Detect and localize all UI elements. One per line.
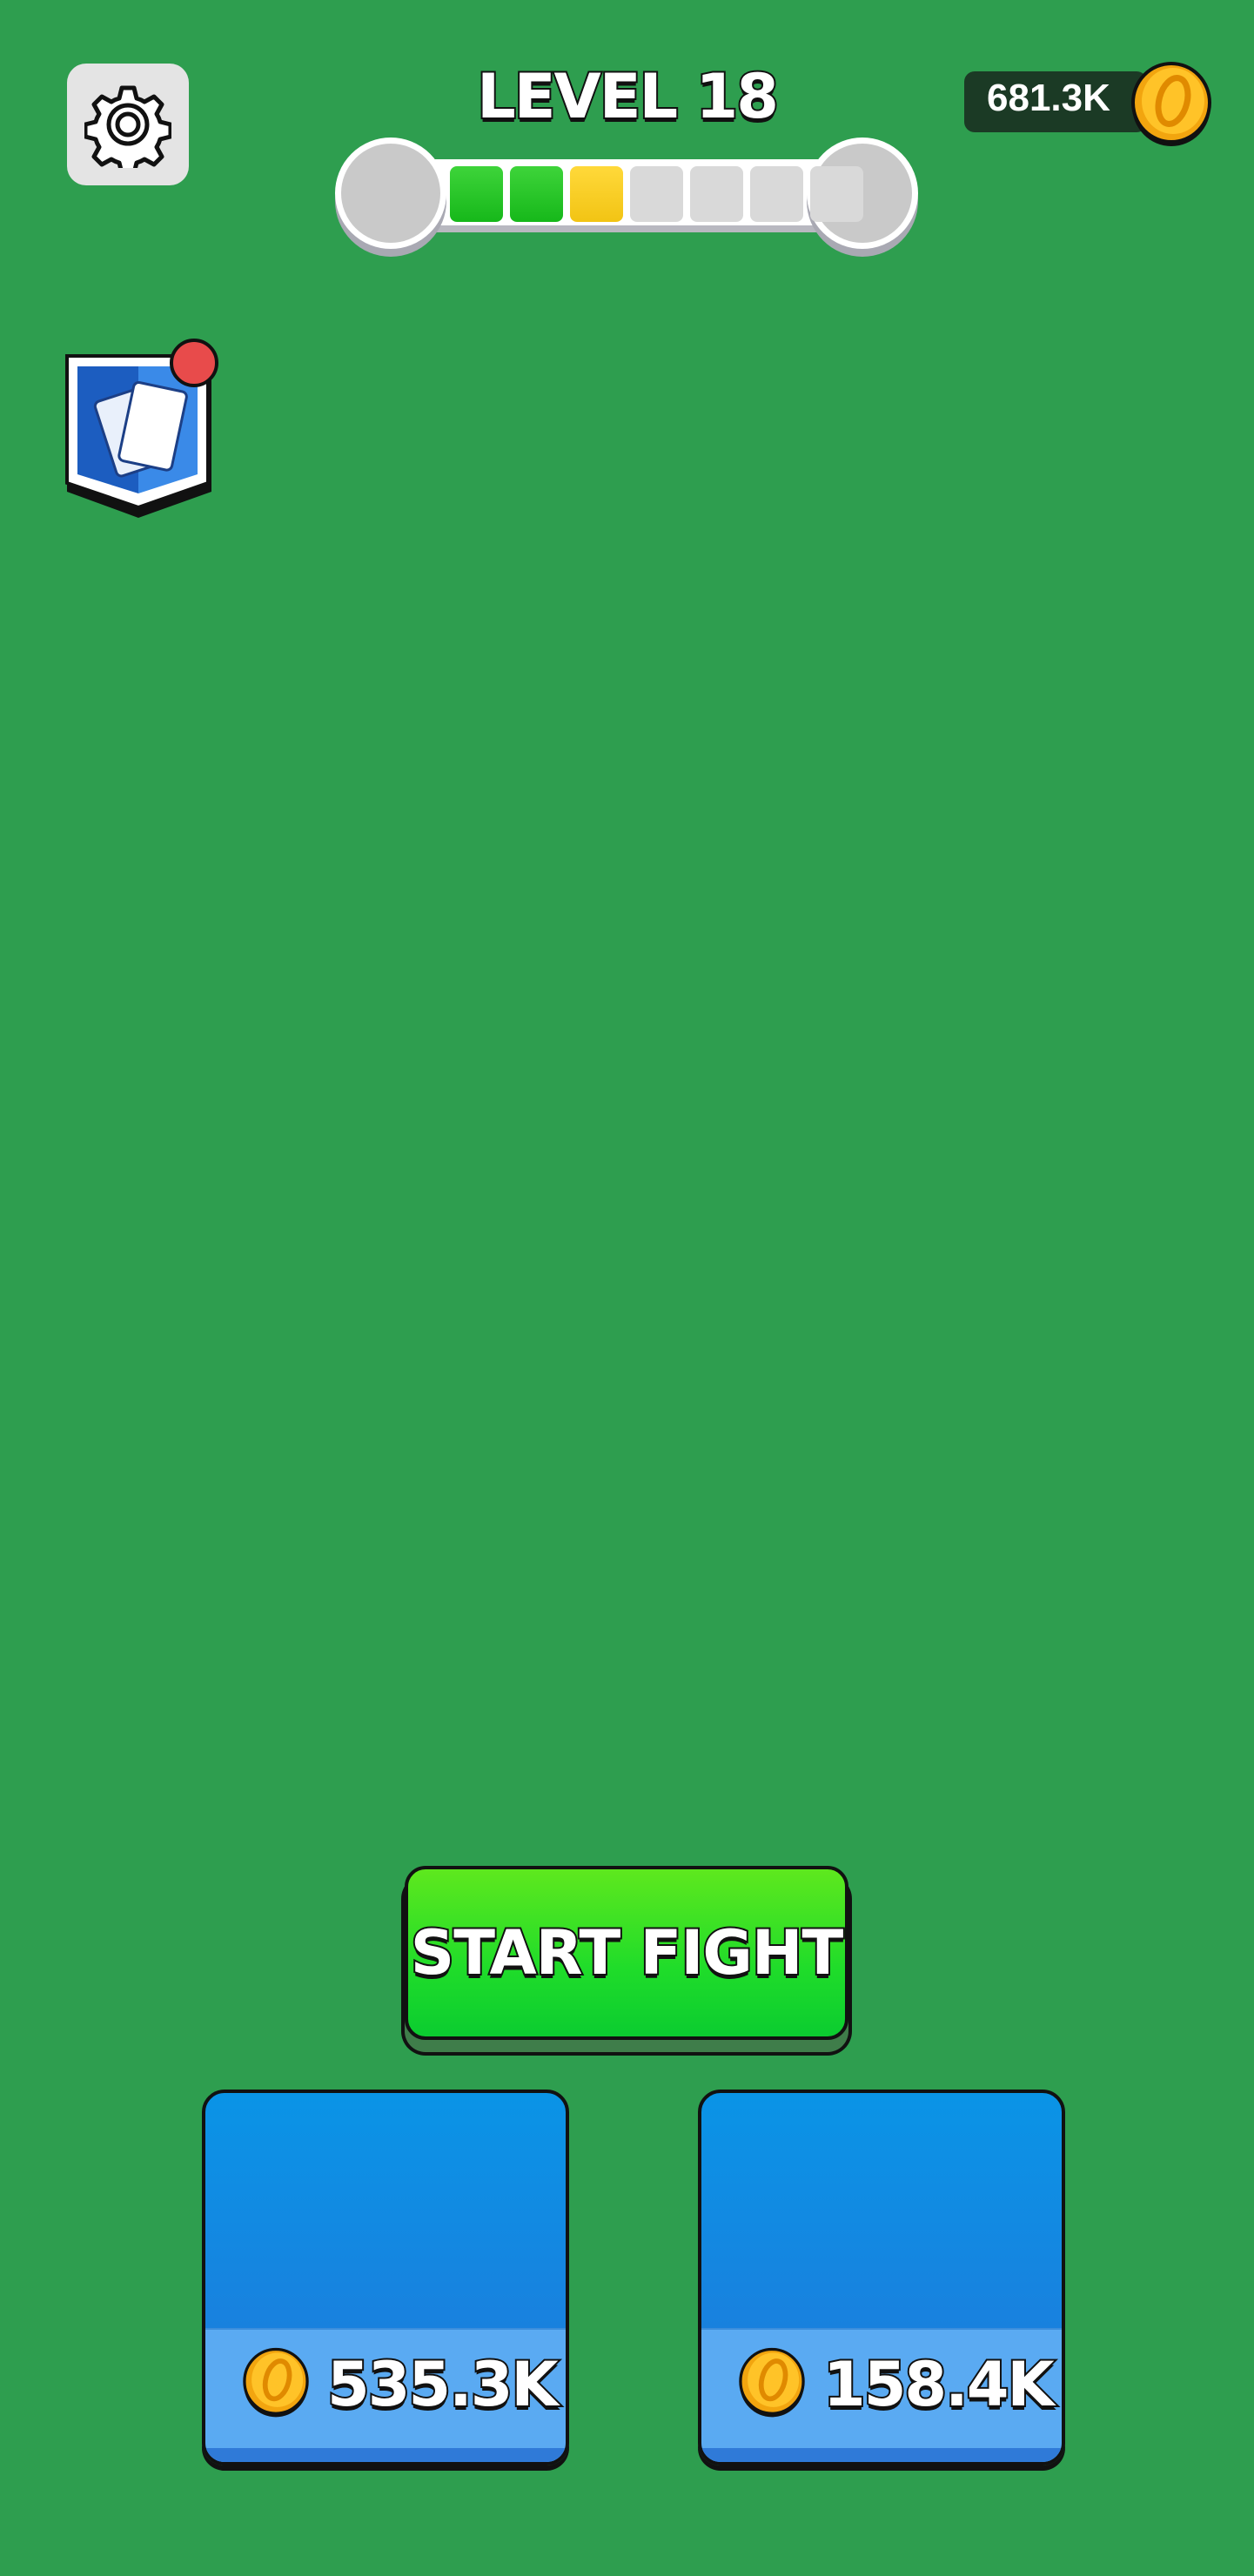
- shop-item-price-bar: 535.3K: [205, 2328, 566, 2462]
- shop-item-price: 535.3K: [325, 2347, 560, 2422]
- coin-balance: 681.3K: [964, 59, 1217, 172]
- shop-item-2[interactable]: 158.4K: [698, 2090, 1065, 2465]
- coin-balance-value: 681.3K: [987, 77, 1110, 119]
- coin-icon: [739, 2347, 805, 2418]
- coin-icon: [1131, 62, 1211, 146]
- shop-item-price-bar: 158.4K: [701, 2328, 1062, 2462]
- level-progress: [335, 138, 918, 249]
- shop-item-price: 158.4K: [821, 2347, 1056, 2422]
- progress-segment: [450, 166, 503, 222]
- progress-segment: [750, 166, 803, 222]
- start-fight-label: START FIGHT: [409, 1915, 845, 1990]
- progress-segments: [450, 166, 863, 222]
- progress-segment: [630, 166, 683, 222]
- progress-segment: [510, 166, 563, 222]
- notification-badge: [170, 339, 218, 387]
- progress-segment: [570, 166, 623, 222]
- progress-start-node: [335, 138, 446, 249]
- progress-segment: [690, 166, 743, 222]
- progress-segment: [810, 166, 863, 222]
- start-fight-button[interactable]: START FIGHT: [405, 1866, 848, 2040]
- shop-item-1[interactable]: 535.3K: [202, 2090, 569, 2465]
- cards-button[interactable]: [64, 339, 229, 527]
- coin-icon: [243, 2347, 309, 2418]
